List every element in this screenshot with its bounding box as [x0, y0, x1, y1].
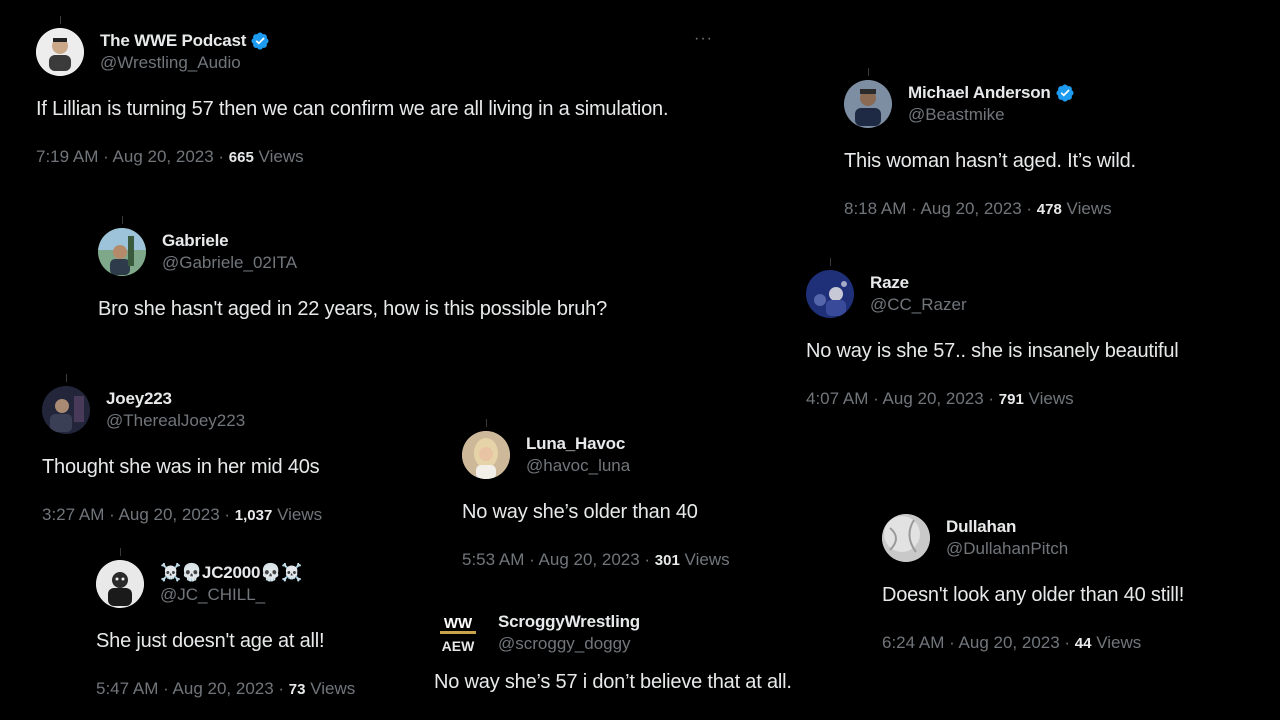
views-count: 478 — [1036, 201, 1062, 218]
handle[interactable]: @TherealJoey223 — [106, 411, 245, 431]
tweet-text: Doesn't look any older than 40 still! — [882, 584, 1185, 606]
display-name-text[interactable]: ScroggyWrestling — [498, 612, 640, 632]
tweet-meta: 8:18 AM · Aug 20, 2023 · 478 Views — [844, 199, 1136, 219]
handle[interactable]: @havoc_luna — [526, 456, 630, 476]
tweet-text: No way is she 57.. she is insanely beaut… — [806, 340, 1179, 362]
ww-aew-logo-icon[interactable]: WW AEW — [434, 609, 482, 657]
views-label: Views — [253, 147, 304, 166]
tweet-text: No way she’s older than 40 — [462, 501, 698, 523]
display-name[interactable]: ScroggyWrestling — [498, 612, 640, 632]
views-count: 1,037 — [234, 507, 273, 524]
display-name-text[interactable]: Gabriele — [162, 231, 229, 251]
tweet-dullahan[interactable]: Dullahan @DullahanPitch Doesn't look any… — [882, 514, 1184, 653]
thread-connector — [868, 68, 869, 76]
outdoor-avatar-icon[interactable] — [98, 228, 146, 276]
display-name[interactable]: Gabriele — [162, 231, 297, 251]
tweet-wrestling-audio[interactable]: The WWE Podcast @Wrestling_Audio If Lill… — [36, 16, 669, 167]
display-name[interactable]: Joey223 — [106, 389, 245, 409]
tweet-text: She just doesn't age at all! — [96, 630, 325, 652]
tweet-beastmike[interactable]: Michael Anderson @Beastmike This woman h… — [844, 68, 1136, 219]
tweet-text: Thought she was in her mid 40s — [42, 456, 320, 478]
thread-connector — [486, 419, 487, 427]
handle[interactable]: @Beastmike — [908, 105, 1075, 125]
verified-badge-icon — [251, 32, 269, 50]
views-count: 791 — [998, 391, 1024, 408]
handle[interactable]: @Wrestling_Audio — [100, 53, 270, 73]
timestamp[interactable]: 6:24 AM · Aug 20, 2023 · — [882, 633, 1075, 652]
display-name[interactable]: ☠️💀JC2000💀☠️ — [160, 563, 302, 583]
display-name[interactable]: Dullahan — [946, 517, 1068, 537]
handle[interactable]: @JC_CHILL_ — [160, 585, 302, 605]
logo-text-top: WW — [444, 615, 473, 632]
display-name-text[interactable]: ☠️💀JC2000💀☠️ — [160, 563, 302, 583]
display-name-text[interactable]: Joey223 — [106, 389, 172, 409]
tweet-text: If Lillian is turning 57 then we can con… — [36, 98, 669, 120]
dark-avatar-icon[interactable] — [42, 386, 90, 434]
woman-avatar-icon[interactable] — [462, 431, 510, 479]
timestamp[interactable]: 5:53 AM · Aug 20, 2023 · — [462, 550, 655, 569]
display-name[interactable]: Luna_Havoc — [526, 434, 630, 454]
timestamp[interactable]: 7:19 AM · Aug 20, 2023 · — [36, 147, 229, 166]
crowd-avatar-icon[interactable] — [806, 270, 854, 318]
person-avatar-icon[interactable] — [844, 80, 892, 128]
tweet-joey223[interactable]: Joey223 @TherealJoey223 Thought she was … — [42, 374, 322, 525]
thread-connector — [66, 374, 67, 382]
display-name[interactable]: Michael Anderson — [908, 83, 1075, 103]
tweet-raze[interactable]: Raze @CC_Razer No way is she 57.. she is… — [806, 258, 1179, 409]
verified-badge-icon — [1056, 84, 1074, 102]
handle[interactable]: @DullahanPitch — [946, 539, 1068, 559]
thread-connector — [830, 258, 831, 266]
views-count: 665 — [228, 149, 254, 166]
views-count: 44 — [1074, 635, 1092, 652]
tweet-meta: 6:24 AM · Aug 20, 2023 · 44 Views — [882, 633, 1184, 653]
display-name-text[interactable]: Michael Anderson — [908, 83, 1051, 103]
handle[interactable]: @CC_Razer — [870, 295, 967, 315]
tweet-gabriele[interactable]: Gabriele @Gabriele_02ITA Bro she hasn't … — [98, 216, 607, 321]
timestamp[interactable]: 8:18 AM · Aug 20, 2023 · — [844, 199, 1037, 218]
tweet-meta: 5:47 AM · Aug 20, 2023 · 73 Views — [96, 679, 355, 699]
tweet-meta: 5:53 AM · Aug 20, 2023 · 301 Views — [462, 550, 730, 570]
views-label: Views — [1061, 199, 1112, 218]
display-name-text[interactable]: Luna_Havoc — [526, 434, 625, 454]
tweet-scroggy[interactable]: WW AEW ScroggyWrestling @scroggy_doggy N… — [434, 609, 792, 694]
thread-connector — [122, 216, 123, 224]
display-name[interactable]: The WWE Podcast — [100, 31, 270, 51]
handle[interactable]: @scroggy_doggy — [498, 634, 640, 654]
views-label: Views — [1091, 633, 1142, 652]
thread-connector — [60, 16, 61, 24]
wrestler-avatar-icon[interactable] — [36, 28, 84, 76]
display-name-text[interactable]: Raze — [870, 273, 909, 293]
logo-text-bottom: AEW — [442, 638, 475, 654]
views-label: Views — [305, 679, 356, 698]
tweet-text: No way she’s 57 i don’t believe that at … — [434, 671, 792, 693]
views-label: Views — [1023, 389, 1074, 408]
tweet-text: Bro she hasn't aged in 22 years, how is … — [98, 298, 607, 320]
display-name-text[interactable]: Dullahan — [946, 517, 1016, 537]
tweet-meta: 4:07 AM · Aug 20, 2023 · 791 Views — [806, 389, 1179, 409]
tweet-text: This woman hasn’t aged. It’s wild. — [844, 150, 1136, 172]
thread-connector — [120, 548, 121, 556]
display-name-text[interactable]: The WWE Podcast — [100, 31, 246, 51]
baseball-avatar-icon[interactable] — [882, 514, 930, 562]
more-options-icon[interactable]: ··· — [694, 30, 713, 48]
views-label: Views — [679, 550, 730, 569]
tweet-jc-chill[interactable]: ☠️💀JC2000💀☠️ @JC_CHILL_ She just doesn't… — [96, 548, 355, 699]
timestamp[interactable]: 3:27 AM · Aug 20, 2023 · — [42, 505, 235, 524]
views-count: 73 — [288, 681, 306, 698]
views-label: Views — [272, 505, 323, 524]
tweet-luna-havoc[interactable]: Luna_Havoc @havoc_luna No way she’s olde… — [462, 419, 730, 570]
views-count: 301 — [654, 552, 680, 569]
timestamp[interactable]: 5:47 AM · Aug 20, 2023 · — [96, 679, 289, 698]
handle[interactable]: @Gabriele_02ITA — [162, 253, 297, 273]
timestamp[interactable]: 4:07 AM · Aug 20, 2023 · — [806, 389, 999, 408]
tweet-meta: 7:19 AM · Aug 20, 2023 · 665 Views — [36, 147, 668, 167]
display-name[interactable]: Raze — [870, 273, 967, 293]
tweet-meta: 3:27 AM · Aug 20, 2023 · 1,037 Views — [42, 505, 322, 525]
portrait-avatar-icon[interactable] — [96, 560, 144, 608]
